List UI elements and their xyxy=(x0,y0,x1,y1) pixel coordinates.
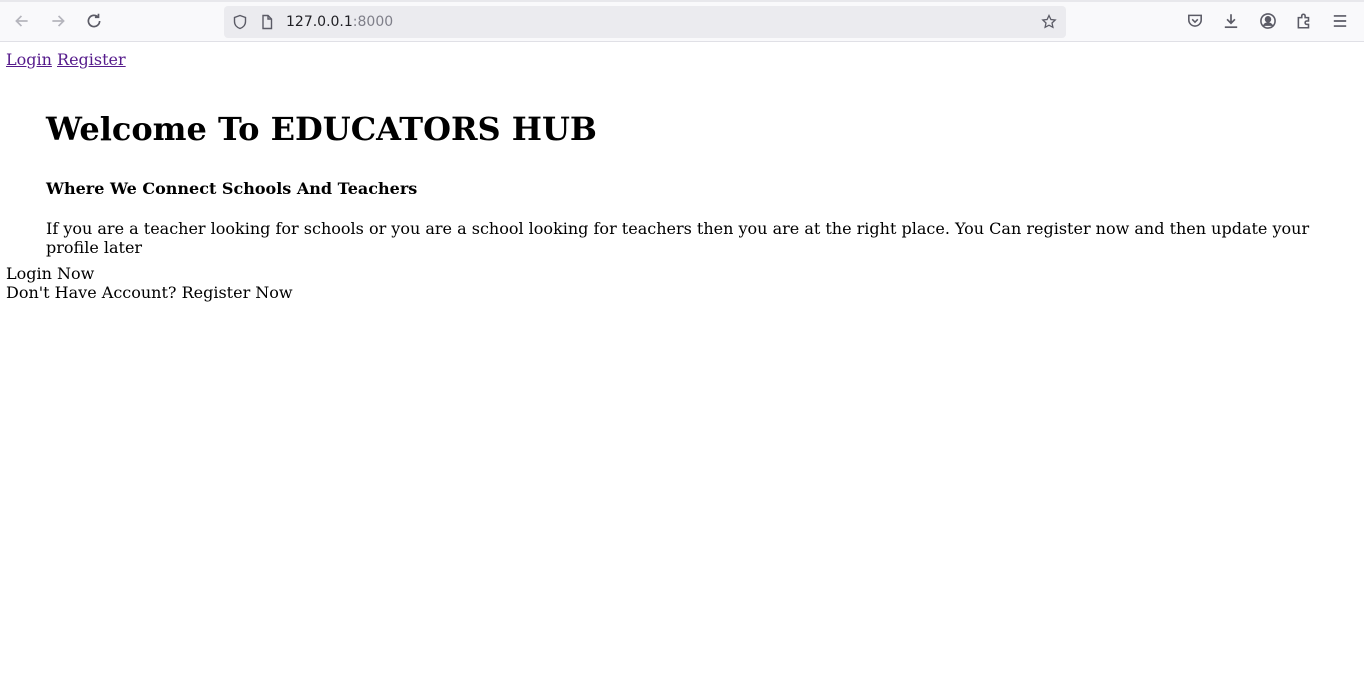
action-links: Login Now Don't Have Account? Register N… xyxy=(6,264,293,302)
reload-icon[interactable] xyxy=(81,8,107,34)
login-link[interactable]: Login xyxy=(6,50,52,69)
url-bar[interactable]: 127.0.0.1:8000 xyxy=(224,6,1066,38)
register-link[interactable]: Register xyxy=(57,50,126,69)
top-nav: Login Register xyxy=(6,50,126,70)
download-icon[interactable] xyxy=(1218,8,1244,34)
hero-section: Welcome To EDUCATORS HUB Where We Connec… xyxy=(46,110,1326,257)
login-now-button[interactable]: Login Now xyxy=(6,264,293,283)
page-title: Welcome To EDUCATORS HUB xyxy=(46,110,597,148)
extensions-icon[interactable] xyxy=(1291,8,1317,34)
page-subtitle: Where We Connect Schools And Teachers xyxy=(46,179,418,198)
intro-paragraph: If you are a teacher looking for schools… xyxy=(46,219,1310,257)
url-port: :8000 xyxy=(352,14,394,30)
shield-icon[interactable] xyxy=(231,13,249,31)
forward-arrow-icon[interactable] xyxy=(45,8,71,34)
tab-strip-edge xyxy=(0,0,1364,2)
browser-toolbar: 127.0.0.1:8000 xyxy=(0,0,1364,42)
star-icon[interactable] xyxy=(1040,13,1058,31)
url-host: 127.0.0.1 xyxy=(286,14,353,30)
pocket-icon[interactable] xyxy=(1182,8,1208,34)
hamburger-menu-icon[interactable] xyxy=(1327,8,1353,34)
url-text[interactable]: 127.0.0.1:8000 xyxy=(286,13,393,31)
account-icon[interactable] xyxy=(1255,8,1281,34)
back-arrow-icon[interactable] xyxy=(9,8,35,34)
page-icon xyxy=(258,13,276,31)
register-now-button[interactable]: Don't Have Account? Register Now xyxy=(6,283,293,302)
